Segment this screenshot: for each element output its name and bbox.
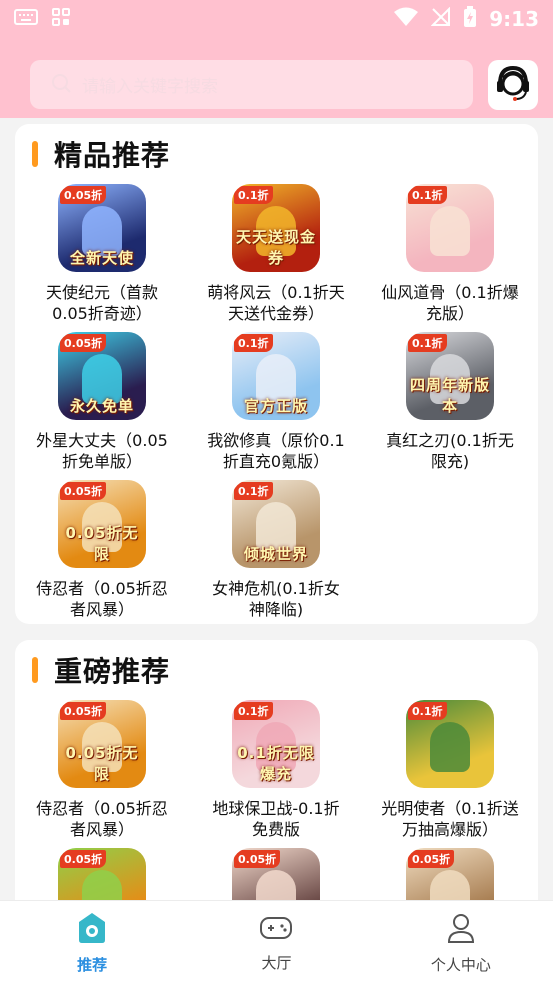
nav-item-profile[interactable]: 个人中心: [369, 901, 553, 983]
discount-badge: 0.05折: [60, 850, 107, 868]
game-icon: 0.05折全新天使: [58, 184, 146, 272]
game-icon: 0.1折: [406, 184, 494, 272]
user-icon: [446, 912, 476, 948]
game-icon: 0.05折永久免单: [58, 332, 146, 420]
home-icon: [77, 912, 107, 948]
game-item[interactable]: 0.05折全新天使天使纪元（首款0.05折奇迹）: [15, 184, 189, 332]
game-icon: 0.1折四周年新版本: [406, 332, 494, 420]
section-title: 精品推荐: [54, 139, 171, 172]
section-title: 重磅推荐: [54, 655, 171, 688]
search-input[interactable]: 请输入关键字搜索: [30, 60, 473, 109]
game-item[interactable]: 0.1折天天送现金券 萌将风云（0.1折天天送代金券）: [189, 184, 363, 332]
nav-item-recommend[interactable]: 推荐: [0, 901, 184, 983]
game-item[interactable]: 0.1折仙风道骨（0.1折爆充版）: [363, 184, 537, 332]
character-art: [430, 722, 470, 772]
game-icon: 0.1折 0.1折无限爆充: [232, 700, 320, 788]
game-banner: 官方正版: [243, 397, 308, 415]
game-banner: 倾城世界: [243, 545, 308, 563]
game-name: 天使纪元（首款0.05折奇迹）: [45, 283, 158, 323]
discount-badge: 0.1折: [234, 334, 273, 352]
discount-badge: 0.1折: [234, 186, 273, 204]
no-signal-icon: [430, 6, 451, 31]
game-name: 萌将风云（0.1折天天送代金券）: [207, 283, 345, 323]
game-name: 地球保卫战-0.1折免费版: [212, 799, 340, 839]
nav-item-lobby[interactable]: 大厅: [184, 901, 368, 983]
game-item[interactable]: 0.1折倾城世界女神危机(0.1折女神降临): [189, 480, 363, 628]
game-name: 我欲修真（原价0.1折直充0氪版）: [207, 431, 345, 471]
discount-badge: 0.1折: [234, 482, 273, 500]
discount-badge: 0.05折: [60, 482, 107, 500]
game-icon: 0.1折天天送现金券: [232, 184, 320, 272]
search-placeholder: 请输入关键字搜索: [82, 77, 218, 97]
discount-badge: 0.05折: [234, 850, 281, 868]
game-item[interactable]: 0.05折 0.05折无限 侍忍者（0.05折忍者风暴）: [15, 480, 189, 628]
status-bar: 9:13: [0, 0, 553, 38]
section-marker: [32, 141, 38, 167]
game-item[interactable]: 0.05折永久免单外星大丈夫（0.05折免单版）: [15, 332, 189, 480]
game-banner: 0.1折无限爆充: [237, 744, 315, 783]
game-icon: 0.1折: [406, 700, 494, 788]
featured-section: 精品推荐 0.05折 全新天使 天使纪元（首款0.05折奇迹） 0.1折 天天送现金券萌…: [15, 124, 538, 624]
game-item[interactable]: 0.1折官方正版我欲修真（原价0.1折直充0氪版）: [189, 332, 363, 480]
search-icon: [50, 72, 72, 98]
game-banner: 全新天使: [69, 249, 134, 267]
game-name: 侍忍者（0.05折忍者风暴）: [36, 799, 168, 839]
game-icon: 0.1折倾城世界: [232, 480, 320, 568]
discount-badge: 0.05折: [408, 850, 455, 868]
section-marker: [32, 657, 38, 683]
discount-badge: 0.05折: [60, 702, 107, 720]
game-name: 女神危机(0.1折女神降临): [212, 579, 340, 619]
game-name: 外星大丈夫（0.05折免单版）: [36, 431, 168, 471]
keyboard-icon: [14, 9, 38, 29]
game-banner: 永久免单: [69, 397, 134, 415]
game-name: 光明使者（0.1折送万抽高爆版）: [381, 799, 519, 839]
game-icon: 0.1折官方正版: [232, 332, 320, 420]
game-icon: 0.05折 0.05折无限: [58, 700, 146, 788]
customer-service-button[interactable]: [488, 60, 538, 110]
nav-label: 个人中心: [430, 956, 491, 974]
game-banner: 0.05折无限: [65, 524, 139, 563]
game-grid: 0.05折 全新天使 天使纪元（首款0.05折奇迹） 0.1折 天天送现金券 萌将风云（0…: [15, 184, 538, 628]
discount-badge: 0.1折: [408, 334, 447, 352]
game-icon: 0.05折 0.05折无限: [58, 480, 146, 568]
nav-label: 大厅: [261, 954, 292, 972]
discount-badge: 0.05折: [60, 334, 107, 352]
game-item[interactable]: 0.1折四周年新版本 真红之刃(0.1折无限充): [363, 332, 537, 480]
game-name: 侍忍者（0.05折忍者风暴）: [36, 579, 168, 619]
apps-icon: [52, 8, 70, 30]
wifi-icon: [393, 7, 419, 31]
game-item[interactable]: 0.05折 0.05折无限 侍忍者（0.05折忍者风暴）: [15, 700, 189, 848]
discount-badge: 0.1折: [408, 702, 447, 720]
game-banner: 四周年新版本: [410, 376, 491, 415]
hot-section: 重磅推荐 0.05折 0.05折无限 侍忍者（0.05折忍者风暴） 0.1折 0.1折无…: [15, 640, 538, 936]
header: 9:13 请输入关键字搜索: [0, 0, 553, 118]
nav-label: 推荐: [77, 956, 108, 974]
game-name: 真红之刃(0.1折无限充): [386, 431, 514, 471]
headset-icon: [492, 62, 534, 108]
game-banner: 天天送现金券: [236, 228, 317, 267]
game-item[interactable]: 0.1折 0.1折无限爆充 地球保卫战-0.1折免费版: [189, 700, 363, 848]
gamepad-icon: [259, 912, 293, 946]
discount-badge: 0.1折: [408, 186, 447, 204]
game-item[interactable]: 0.1折光明使者（0.1折送万抽高爆版）: [363, 700, 537, 848]
status-time: 9:13: [489, 7, 539, 31]
discount-badge: 0.05折: [60, 186, 107, 204]
game-banner: 0.05折无限: [65, 744, 139, 783]
battery-charging-icon: [463, 6, 477, 32]
discount-badge: 0.1折: [234, 702, 273, 720]
bottom-nav: 推荐 大厅 个人中心: [0, 900, 553, 983]
character-art: [430, 206, 470, 256]
game-name: 仙风道骨（0.1折爆充版）: [381, 283, 519, 323]
